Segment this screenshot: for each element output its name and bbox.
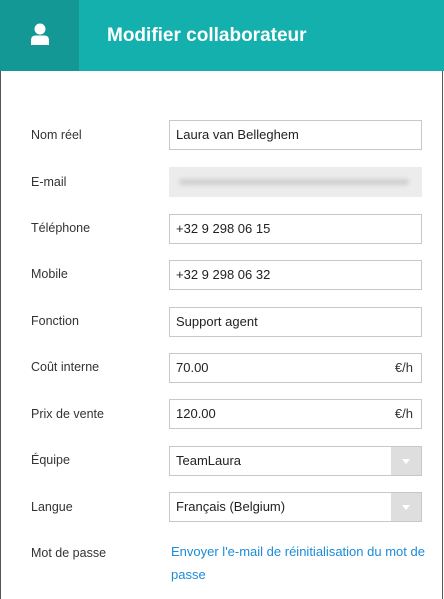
dialog-header: Modifier collaborateur — [0, 0, 444, 71]
real-name-field[interactable] — [169, 120, 422, 150]
language-label: Langue — [31, 500, 73, 514]
internal-cost-label: Coût interne — [31, 360, 100, 374]
internal-cost-field[interactable]: €/h — [169, 353, 422, 383]
mobile-field[interactable] — [169, 260, 422, 290]
mobile-input[interactable] — [176, 261, 376, 288]
function-field[interactable] — [169, 307, 422, 337]
team-select[interactable]: TeamLaura — [169, 446, 422, 476]
internal-cost-input[interactable] — [176, 354, 376, 381]
phone-label: Téléphone — [31, 221, 91, 235]
phone-input[interactable] — [176, 215, 376, 242]
sale-price-unit: €/h — [394, 406, 413, 421]
password-reset-link[interactable]: Envoyer l'e-mail de réinitialisation du … — [171, 540, 431, 586]
real-name-label: Nom réel — [31, 128, 82, 142]
chevron-down-icon — [402, 459, 410, 464]
real-name-input[interactable] — [176, 121, 376, 148]
function-label: Fonction — [31, 314, 79, 328]
phone-field[interactable] — [169, 214, 422, 244]
header-icon-box — [0, 0, 79, 71]
team-label: Équipe — [31, 453, 70, 467]
sale-price-label: Prix de vente — [31, 407, 104, 421]
chevron-down-icon — [402, 505, 410, 510]
sale-price-field[interactable]: €/h — [169, 399, 422, 429]
sale-price-input[interactable] — [176, 400, 376, 427]
language-select[interactable]: Français (Belgium) — [169, 492, 422, 522]
language-dropdown-button[interactable] — [391, 493, 421, 521]
redacted-text — [179, 179, 409, 185]
email-field-redacted — [169, 167, 422, 197]
dialog-title: Modifier collaborateur — [107, 25, 307, 46]
user-icon — [31, 23, 49, 45]
password-label: Mot de passe — [31, 546, 107, 560]
team-dropdown-button[interactable] — [391, 447, 421, 475]
email-label: E-mail — [31, 175, 67, 189]
mobile-label: Mobile — [31, 267, 68, 281]
team-selected-value: TeamLaura — [176, 453, 242, 468]
internal-cost-unit: €/h — [394, 360, 413, 375]
function-input[interactable] — [176, 308, 376, 335]
language-selected-value: Français (Belgium) — [176, 499, 286, 514]
